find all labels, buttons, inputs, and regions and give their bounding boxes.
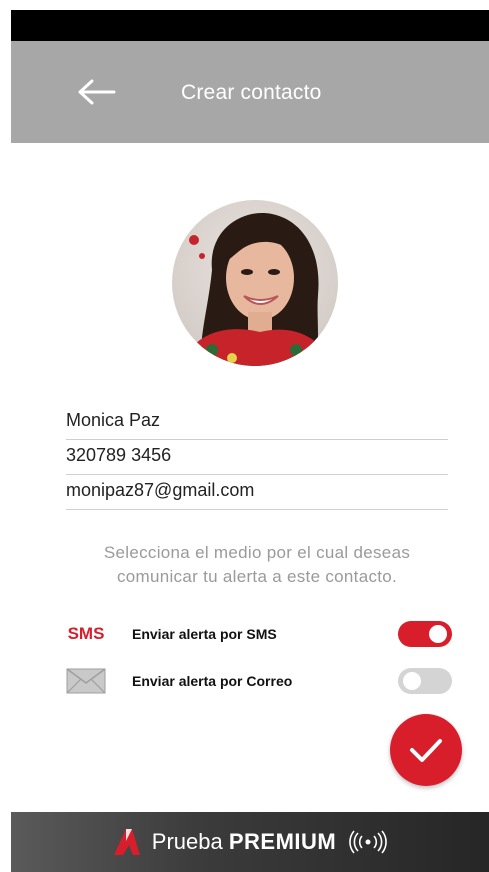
premium-text: Prueba PREMIUM	[152, 829, 336, 855]
sms-icon: SMS	[60, 617, 112, 651]
page-title: Crear contacto	[181, 81, 322, 104]
arrow-left-icon[interactable]	[77, 74, 117, 110]
save-contact-button[interactable]	[390, 714, 462, 786]
email-option-label: Enviar alerta por Correo	[132, 673, 293, 689]
checkmark-icon	[410, 739, 442, 762]
email-option-row: Enviar alerta por Correo	[60, 664, 452, 698]
sms-toggle-knob	[429, 625, 447, 643]
signal-icon	[349, 830, 387, 854]
phone-field[interactable]	[66, 441, 448, 475]
email-toggle-knob	[403, 672, 421, 690]
sms-toggle[interactable]	[398, 621, 452, 647]
email-input[interactable]	[66, 476, 448, 501]
instructions-line-2: comunicar tu alerta a este contacto.	[116, 567, 398, 586]
premium-highlight: PREMIUM	[228, 829, 337, 854]
premium-banner[interactable]: Prueba PREMIUM	[11, 812, 489, 872]
status-bar	[11, 10, 489, 41]
email-toggle[interactable]	[398, 668, 452, 694]
instructions-line-1: Selecciona el medio por el cual deseas	[103, 543, 411, 562]
name-input[interactable]	[66, 406, 448, 431]
envelope-icon	[60, 664, 112, 698]
contact-avatar[interactable]	[172, 200, 338, 366]
phone-input[interactable]	[66, 441, 448, 466]
sms-icon-label: SMS	[67, 624, 105, 643]
name-field[interactable]	[66, 406, 448, 440]
sms-option-label: Enviar alerta por SMS	[132, 626, 277, 642]
email-field[interactable]	[66, 476, 448, 510]
brand-logo-icon	[113, 829, 140, 855]
app-bar: Crear contacto	[11, 41, 489, 143]
instructions-text: Selecciona el medio por el cual deseas c…	[56, 541, 458, 589]
sms-option-row: SMS Enviar alerta por SMS	[60, 617, 452, 651]
premium-prefix: Prueba	[151, 829, 223, 854]
